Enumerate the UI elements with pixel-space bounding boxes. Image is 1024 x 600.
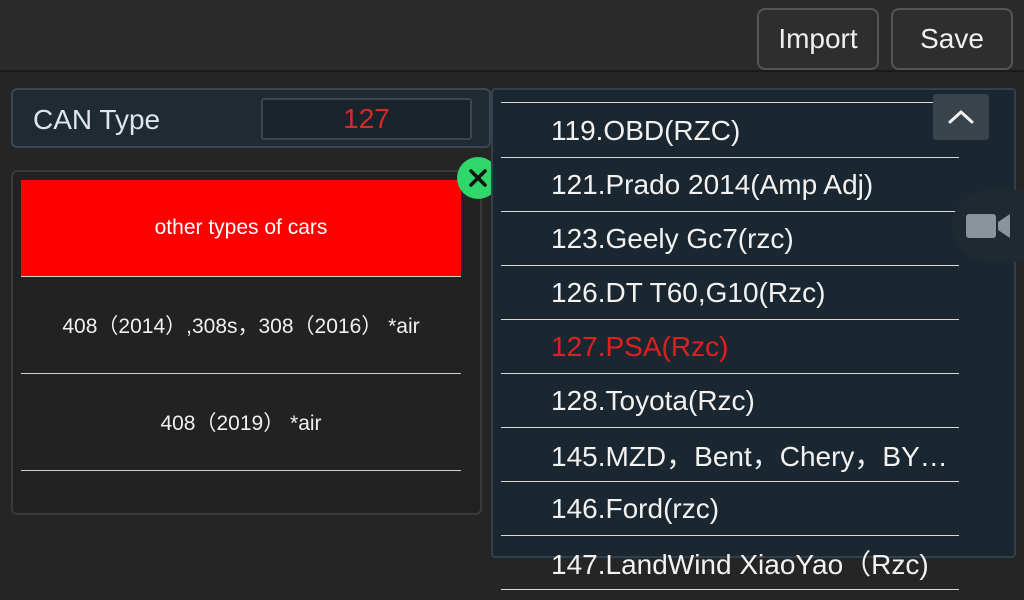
list-item[interactable]: 128.Toyota(Rzc)	[501, 374, 959, 428]
list-divider	[501, 102, 959, 103]
top-toolbar: Import Save	[0, 0, 1024, 72]
list-item[interactable]: 126.DT T60,G10(Rzc)	[501, 266, 959, 320]
video-camera-icon	[966, 214, 1010, 238]
list-item[interactable]: 123.Geely Gc7(rzc)	[501, 212, 959, 266]
can-type-panel: CAN Type 127	[11, 88, 491, 148]
import-button[interactable]: Import	[757, 8, 879, 70]
list-item[interactable]: 146.Ford(rzc)	[501, 482, 959, 536]
subtype-item-other[interactable]: other types of cars	[21, 180, 461, 277]
can-type-label: CAN Type	[33, 104, 161, 135]
list-item[interactable]: 119.OBD(RZC)	[501, 104, 959, 158]
save-button[interactable]: Save	[891, 8, 1013, 70]
list-item-selected[interactable]: 127.PSA(Rzc)	[501, 320, 959, 374]
can-type-value[interactable]: 127	[261, 98, 472, 140]
car-subtype-panel: other types of cars 408（2014）,308s，308（2…	[11, 170, 482, 515]
list-item[interactable]: 121.Prado 2014(Amp Adj)	[501, 158, 959, 212]
scroll-up-button[interactable]	[933, 94, 989, 140]
chevron-up-icon	[948, 110, 974, 124]
close-icon	[469, 169, 487, 187]
list-item[interactable]: 145.MZD，Bent，Chery，BY…	[501, 428, 959, 482]
list-item[interactable]: 147.LandWind XiaoYao（Rzc)	[501, 536, 959, 590]
can-type-list[interactable]: 119.OBD(RZC) 121.Prado 2014(Amp Adj) 123…	[491, 88, 1016, 590]
subtype-item-408-2019[interactable]: 408（2019） *air	[21, 374, 461, 471]
camera-button[interactable]	[952, 190, 1024, 262]
subtype-item-408-2014[interactable]: 408（2014）,308s，308（2016） *air	[21, 277, 461, 374]
